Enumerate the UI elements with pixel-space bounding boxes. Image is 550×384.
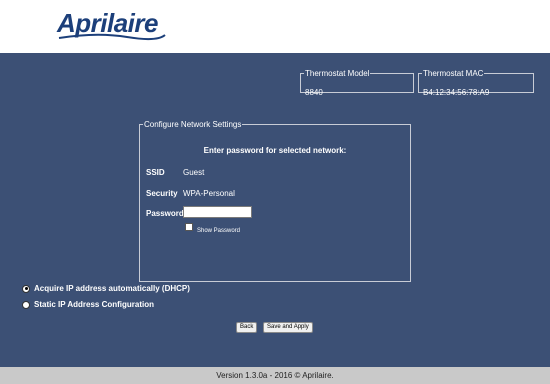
thermostat-model-box: Thermostat Model 8840 [300,69,414,97]
back-button[interactable]: Back [236,322,258,333]
show-password-label: Show Password [197,228,241,234]
network-settings-box: Configure Network Settings Enter passwor… [139,120,411,282]
save-and-apply-button[interactable]: Save and Apply [263,322,313,333]
thermostat-mac-value: B4:12:34:56:78:A9 [423,88,490,97]
password-prompt: Enter password for selected network: [203,146,347,155]
static-ip-option[interactable]: Static IP Address Configuration [22,300,154,309]
footer-version: Version 1.3.0a - 2016 © Aprilaire. [0,367,550,384]
security-label: Security [146,189,178,198]
main-panel: Thermostat Model 8840 Thermostat MAC B4:… [0,53,550,367]
ssid-label: SSID [146,168,165,177]
show-password-checkbox[interactable] [185,223,193,231]
static-ip-radio[interactable] [22,300,30,309]
ssid-value: Guest [183,168,205,177]
thermostat-model-value: 8840 [305,88,323,97]
thermostat-model-label: Thermostat Model [305,69,370,78]
header: Aprilaire [0,0,550,53]
network-settings-legend: Configure Network Settings [144,120,242,129]
password-label: Password [146,209,184,218]
aprilaire-logo: Aprilaire [57,8,169,42]
dhcp-label: Acquire IP address automatically (DHCP) [34,284,190,293]
dhcp-radio[interactable] [22,284,30,293]
static-ip-label: Static IP Address Configuration [34,300,155,309]
thermostat-mac-label: Thermostat MAC [423,69,484,78]
logo-swoosh-icon [58,33,166,41]
password-input[interactable] [183,206,252,218]
thermostat-mac-box: Thermostat MAC B4:12:34:56:78:A9 [418,69,534,97]
security-value: WPA-Personal [183,189,235,198]
dhcp-option[interactable]: Acquire IP address automatically (DHCP) [22,284,190,293]
